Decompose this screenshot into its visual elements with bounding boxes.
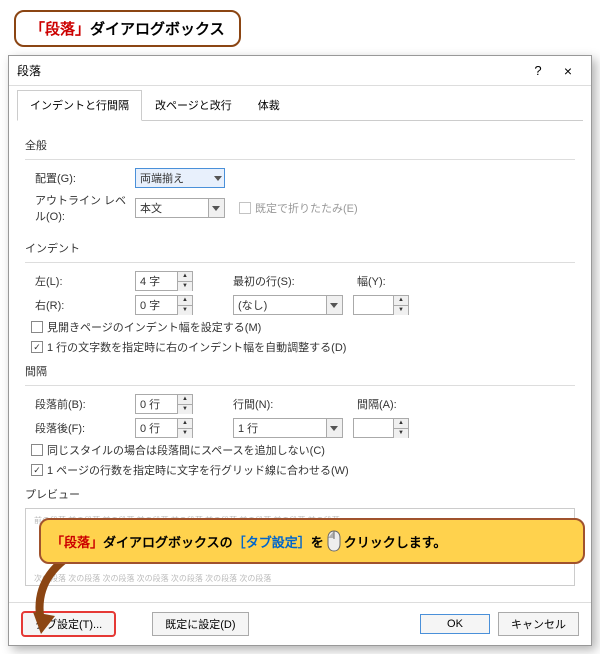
line-spacing-label: 行間(N): bbox=[233, 396, 313, 412]
spacing-at-label: 間隔(A): bbox=[357, 396, 397, 412]
space-before-spinner[interactable]: 0 行▲▼ bbox=[135, 394, 193, 414]
indent-width-label: 幅(Y): bbox=[357, 273, 386, 289]
outline-label: アウトライン レベル(O): bbox=[35, 192, 135, 224]
first-line-select[interactable]: (なし) bbox=[233, 295, 343, 315]
first-line-label: 最初の行(S): bbox=[233, 273, 313, 289]
button-row: タブ設定(T)... 既定に設定(D) OK キャンセル bbox=[9, 602, 591, 645]
indent-left-spinner[interactable]: 4 字▲▼ bbox=[135, 271, 193, 291]
dialog-title: 段落 bbox=[17, 62, 523, 79]
collapse-label: 既定で折りたたみ(E) bbox=[255, 200, 358, 216]
no-space-same-style-label: 同じスタイルの場合は段落間にスペースを追加しない(C) bbox=[47, 442, 325, 458]
help-button[interactable]: ? bbox=[523, 63, 553, 78]
instruction-callout: 「段落」ダイアログボックスの［タブ設定］を クリックします。 bbox=[39, 518, 585, 564]
indent-right-spinner[interactable]: 0 字▲▼ bbox=[135, 295, 193, 315]
space-before-label: 段落前(B): bbox=[35, 396, 135, 412]
outline-select[interactable]: 本文 bbox=[135, 198, 225, 218]
spacing-heading: 間隔 bbox=[25, 363, 575, 379]
tab-asian[interactable]: 体裁 bbox=[245, 90, 293, 120]
title-callout: 「段落」ダイアログボックス bbox=[14, 10, 241, 47]
snap-grid-label: 1 ページの行数を指定時に文字を行グリッド線に合わせる(W) bbox=[47, 462, 349, 478]
no-space-same-style-checkbox[interactable] bbox=[31, 444, 43, 456]
snap-grid-checkbox[interactable]: ✓ bbox=[31, 464, 43, 476]
indent-heading: インデント bbox=[25, 240, 575, 256]
titlebar: 段落 ? × bbox=[9, 56, 591, 86]
divider bbox=[25, 159, 575, 160]
close-button[interactable]: × bbox=[553, 63, 583, 79]
mouse-icon bbox=[326, 530, 342, 552]
alignment-select[interactable]: 両端揃え bbox=[135, 168, 225, 188]
tab-page-break[interactable]: 改ページと改行 bbox=[142, 90, 245, 120]
ok-button[interactable]: OK bbox=[420, 614, 490, 634]
mirror-indent-label: 見開きページのインデント幅を設定する(M) bbox=[47, 319, 261, 335]
tab-indent-spacing[interactable]: インデントと行間隔 bbox=[17, 90, 142, 121]
alignment-label: 配置(G): bbox=[35, 170, 135, 186]
divider bbox=[25, 262, 575, 263]
indent-width-spinner[interactable]: ▲▼ bbox=[353, 295, 409, 315]
spacing-at-spinner[interactable]: ▲▼ bbox=[353, 418, 409, 438]
tab-strip: インデントと行間隔 改ページと改行 体裁 bbox=[17, 90, 583, 121]
divider bbox=[25, 385, 575, 386]
collapse-checkbox bbox=[239, 202, 251, 214]
mirror-indent-checkbox[interactable] bbox=[31, 321, 43, 333]
line-spacing-select[interactable]: 1 行 bbox=[233, 418, 343, 438]
tabs-button[interactable]: タブ設定(T)... bbox=[21, 611, 116, 637]
preview-heading: プレビュー bbox=[25, 486, 575, 502]
auto-indent-label: 1 行の文字数を指定時に右のインデント幅を自動調整する(D) bbox=[47, 339, 346, 355]
paragraph-dialog: 段落 ? × インデントと行間隔 改ページと改行 体裁 全般 配置(G): 両端… bbox=[8, 55, 592, 646]
space-after-spinner[interactable]: 0 行▲▼ bbox=[135, 418, 193, 438]
general-heading: 全般 bbox=[25, 137, 575, 153]
indent-left-label: 左(L): bbox=[35, 273, 135, 289]
indent-right-label: 右(R): bbox=[35, 297, 135, 313]
space-after-label: 段落後(F): bbox=[35, 420, 135, 436]
auto-indent-checkbox[interactable]: ✓ bbox=[31, 341, 43, 353]
